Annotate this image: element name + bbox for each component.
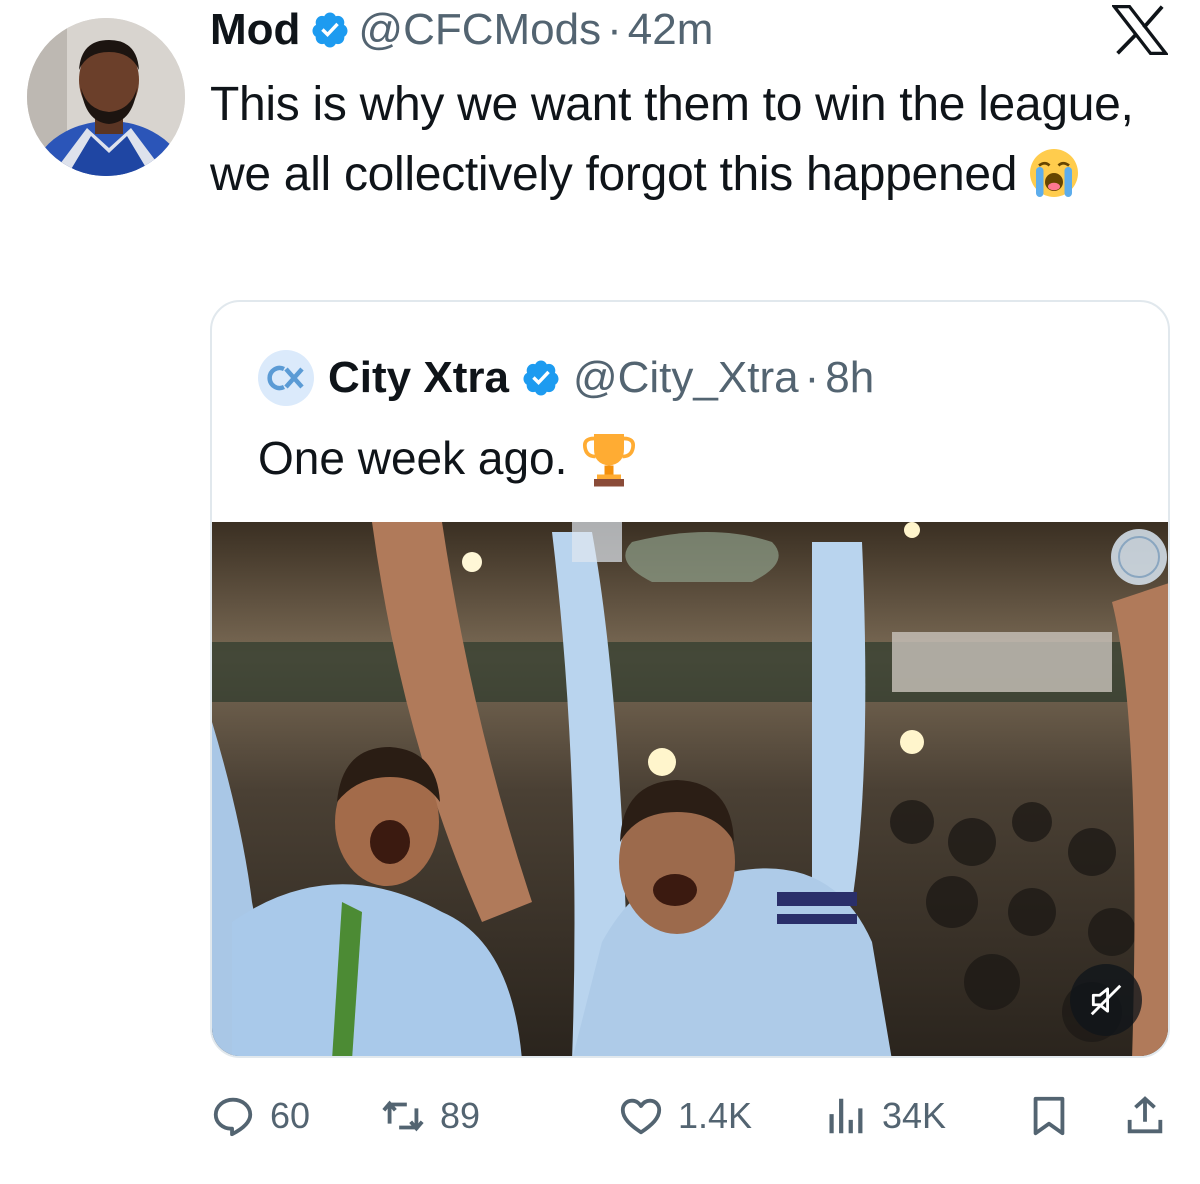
mute-toggle-button[interactable]	[1070, 964, 1142, 1036]
repost-icon	[382, 1100, 424, 1132]
verified-badge-icon	[523, 360, 559, 396]
views-chart-icon	[829, 1098, 863, 1134]
city-xtra-logo-icon	[267, 365, 304, 391]
bookmark-button[interactable]	[1026, 1084, 1072, 1148]
repost-button[interactable]: 89	[380, 1084, 480, 1148]
verified-badge-icon	[312, 12, 348, 48]
quoted-tweet-video[interactable]	[212, 522, 1168, 1056]
quoted-tweet-time[interactable]: 8h	[825, 353, 874, 403]
repost-count: 89	[440, 1095, 481, 1136]
tweet-actions: 60 89 1.4K 34K	[210, 1084, 1170, 1148]
video-frame	[212, 522, 1168, 1056]
author-handle[interactable]: @CFCMods	[358, 5, 601, 55]
quoted-author-avatar[interactable]	[258, 350, 314, 406]
views-count: 34K	[882, 1095, 947, 1136]
separator-dot: ·	[607, 5, 622, 54]
tweet-body: This is why we want them to win the leag…	[210, 70, 1170, 210]
like-count: 1.4K	[678, 1095, 753, 1136]
quoted-tweet-header: City Xtra @City_Xtra · 8h	[258, 348, 874, 408]
reply-count: 60	[270, 1095, 311, 1136]
share-button[interactable]	[1122, 1084, 1168, 1148]
quoted-tweet-body: One week ago.	[258, 428, 637, 488]
quoted-author-handle[interactable]: @City_Xtra	[573, 353, 799, 403]
quoted-author-name[interactable]: City Xtra	[328, 353, 509, 403]
tweet-time[interactable]: 42m	[628, 5, 714, 55]
bookmark-icon	[1033, 1096, 1065, 1136]
share-icon	[1127, 1096, 1163, 1134]
author-name[interactable]: Mod	[210, 5, 300, 55]
author-avatar[interactable]	[27, 18, 185, 176]
reply-icon	[213, 1097, 253, 1137]
views-button[interactable]: 34K	[822, 1084, 946, 1148]
x-logo-icon	[1112, 5, 1168, 55]
like-button[interactable]: 1.4K	[618, 1084, 752, 1148]
tweet-text: This is why we want them to win the leag…	[210, 78, 1134, 201]
volume-muted-icon	[1090, 984, 1122, 1016]
quoted-tweet-text: One week ago.	[258, 432, 568, 484]
loudly-crying-face-icon	[1030, 149, 1079, 197]
trophy-icon	[583, 434, 636, 487]
heart-icon	[620, 1098, 662, 1135]
reply-button[interactable]: 60	[210, 1084, 310, 1148]
quoted-tweet[interactable]: City Xtra @City_Xtra · 8h One week ago.	[210, 300, 1170, 1058]
tweet-header: Mod @CFCMods · 42m	[210, 4, 713, 56]
separator-dot: ·	[804, 353, 820, 402]
